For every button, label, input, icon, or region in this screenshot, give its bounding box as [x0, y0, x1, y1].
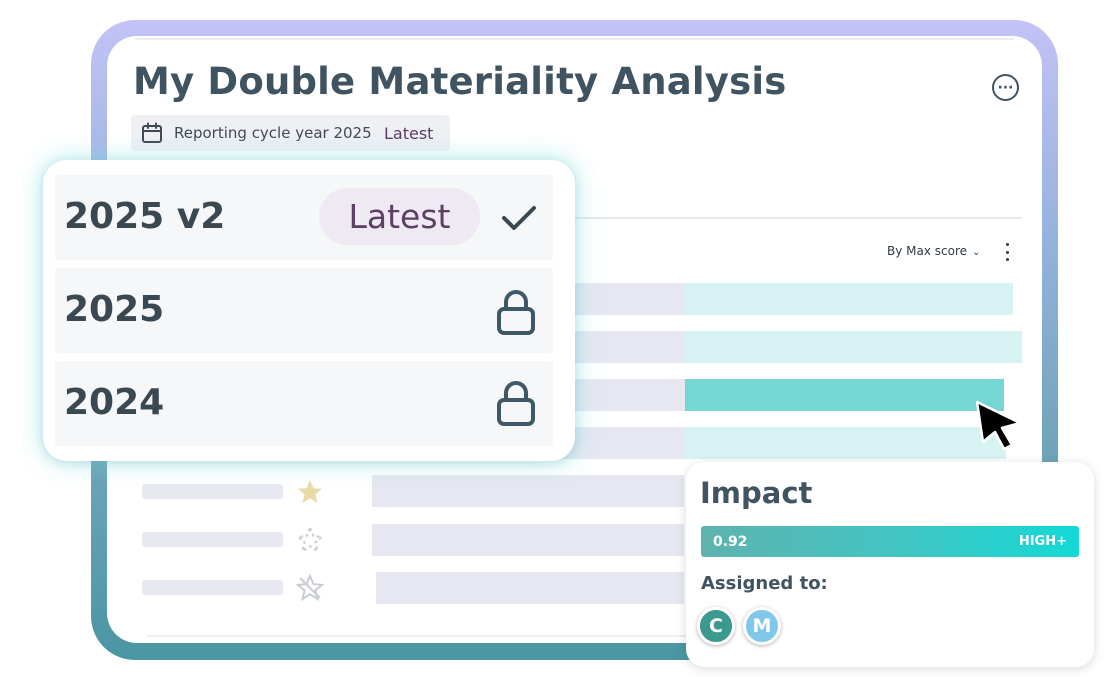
topic-row-bar-left [560, 379, 685, 411]
reporting-cycle-label: Reporting cycle year 2025 [174, 124, 372, 142]
impact-title: Impact [700, 476, 813, 510]
topic-row-bar-right[interactable] [684, 283, 1013, 315]
avatar[interactable]: C [697, 607, 735, 645]
impact-score-bar: 0.92 HIGH+ [701, 526, 1079, 557]
more-vertical-icon[interactable] [1001, 243, 1013, 261]
chevron-down-icon: ⌄ [972, 247, 981, 258]
topic-row-bar-active[interactable] [685, 379, 1004, 411]
topic-row-bar-left [560, 427, 684, 459]
more-horizontal-icon: ··· [997, 79, 1014, 96]
star-filled-icon [298, 480, 322, 503]
sort-label: By Max score [887, 244, 968, 258]
more-options-button[interactable]: ··· [992, 74, 1019, 101]
star-dashed-icon [296, 526, 324, 554]
version-label: 2025 v2 [64, 196, 226, 237]
topic-row-bar-left [372, 524, 684, 556]
mouse-cursor-icon [975, 400, 1022, 451]
topic-name-placeholder [142, 532, 283, 547]
assigned-to-label: Assigned to: [701, 573, 828, 594]
lock-icon [497, 381, 535, 426]
latest-badge: Latest [384, 124, 434, 143]
version-option[interactable]: 2025 v2 Latest [55, 175, 553, 260]
star-crossed-icon [296, 574, 324, 602]
topic-name-placeholder [142, 580, 283, 595]
impact-score: 0.92 [713, 534, 748, 550]
impact-level: HIGH+ [1018, 534, 1067, 549]
impact-card: Impact 0.92 HIGH+ Assigned to: C M [686, 462, 1094, 667]
version-label: 2024 [64, 382, 165, 423]
calendar-icon [142, 122, 162, 143]
topic-row-bar-right[interactable] [684, 331, 1022, 363]
lock-icon [497, 290, 535, 335]
topic-row-bar-right[interactable] [684, 427, 1006, 459]
tab-divider [560, 217, 1022, 219]
version-option[interactable]: 2024 [55, 361, 553, 446]
topic-name-placeholder [142, 484, 283, 499]
page-title: My Double Materiality Analysis [133, 60, 787, 103]
version-dropdown: 2025 v2 Latest 2025 2024 [43, 160, 575, 461]
latest-badge: Latest [319, 188, 480, 245]
topic-row-bar-left [560, 283, 684, 315]
sort-dropdown[interactable]: By Max score ⌄ [887, 244, 980, 258]
topic-row-bar-left [560, 331, 684, 363]
check-icon [502, 206, 536, 230]
version-option[interactable]: 2025 [55, 268, 553, 353]
topic-row-bar-left [372, 475, 684, 507]
avatar[interactable]: M [743, 607, 781, 645]
version-label: 2025 [64, 289, 165, 330]
topic-row-bar-left [376, 572, 684, 604]
top-divider [135, 38, 1014, 40]
